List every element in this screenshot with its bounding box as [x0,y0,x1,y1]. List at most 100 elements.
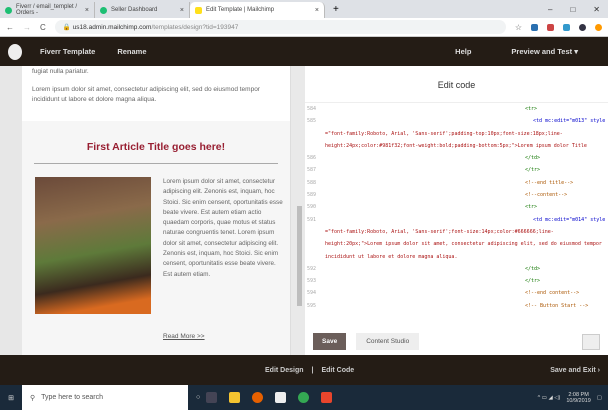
profile-avatar[interactable] [579,23,586,31]
code-line[interactable]: 595 <!-- Button Start --> [305,300,608,312]
article-image[interactable] [35,177,151,314]
code-text: <td mc:edit="m014" style [533,216,606,223]
address-bar-row: ← → C 🔒 us18.admin.mailchimp.com/templat… [0,18,608,37]
search-icon: ⚲ [30,394,36,402]
line-number [305,226,325,263]
back-icon[interactable]: ← [6,23,14,32]
template-name: Fiverr Template [40,47,96,56]
code-line[interactable]: 590 <tr> [305,201,608,213]
tab-seller-dashboard[interactable]: Seller Dashboard × [95,2,190,18]
url-input[interactable]: 🔒 us18.admin.mailchimp.com/templates/des… [54,20,506,34]
forward-icon[interactable]: → [23,23,31,32]
line-number [305,128,325,153]
code-line[interactable]: 586 </td> [305,152,608,164]
file-explorer-icon[interactable] [229,392,241,403]
extension-icon[interactable] [531,23,538,31]
edit-design-tab[interactable]: Edit Design [265,367,304,374]
article-title[interactable]: First Article Title goes here! [22,141,290,153]
code-line[interactable]: 592 </td> [305,263,608,275]
firefox-icon[interactable] [252,392,264,403]
new-tab-icon[interactable]: + [325,4,347,18]
code-text: ="font-family:Roboto, Arial, 'Sans-serif… [325,130,587,149]
code-text: ="font-family:Roboto, Arial, 'Sans-serif… [325,228,602,260]
line-number: 595 [307,302,317,309]
app-icon[interactable] [321,392,333,403]
code-text: </tr> [525,278,541,285]
read-more-link[interactable]: Read More >> [163,333,205,340]
close-window-icon[interactable]: ✕ [593,5,600,14]
help-link[interactable]: Help [455,47,471,56]
code-line[interactable]: 594 <!--end content--> [305,287,608,299]
clock[interactable]: 2:08 PM 10/9/2019 [566,392,590,404]
editor-footer: Edit Design | Edit Code Save and Exit › [0,355,608,385]
code-line[interactable]: 588 <!--end title--> [305,177,608,189]
windows-taskbar: ⊞ ⚲ Type here to search ○ ^ ▭ ◢ ◁) 2:08 P… [0,385,608,410]
start-icon[interactable]: ⊞ [0,394,22,402]
code-text: </td> [525,265,541,272]
scrollbar-thumb[interactable] [297,206,302,306]
line-number: 594 [307,290,317,297]
code-line[interactable]: 587 </tr> [305,164,608,176]
content-studio-button[interactable]: Content Studio [356,333,420,350]
tab-edit-template[interactable]: Edit Template | Mailchimp × [190,2,325,18]
line-number: 591 [307,216,317,223]
code-editor[interactable]: 584 <tr> 585 <td mc:edit="m013" style ="font… [305,102,608,324]
close-tab-icon[interactable]: × [315,7,319,14]
cortana-icon[interactable]: ○ [196,394,200,401]
code-text: <!--content--> [525,192,568,199]
tab-fiverr-orders[interactable]: Fiverr / email_templet / Orders - × [0,2,95,18]
rename-link[interactable]: Rename [117,47,146,56]
code-line[interactable]: 593 </tr> [305,275,608,287]
email-intro-text[interactable]: Lorem ipsum dolor sit amet, consectetur … [22,75,290,105]
line-number: 589 [307,192,317,199]
line-number: 590 [307,204,317,211]
system-tray-icons[interactable]: ^ ▭ ◢ ◁) [538,395,561,401]
code-line[interactable]: 585 <td mc:edit="m013" style [305,115,608,127]
save-and-exit-button[interactable]: Save and Exit › [550,367,600,374]
preview-and-test-menu[interactable]: Preview and Test ▾ [511,47,578,56]
line-number: 586 [307,155,317,162]
star-icon[interactable]: ☆ [515,23,522,32]
email-text: fugiat nulla pariatur. [32,68,89,75]
code-editor-panel: Edit code 584 <tr> 585 <td mc:edit="m013" s… [305,66,608,355]
extension-icon[interactable] [547,23,554,31]
code-line[interactable]: 591 <td mc:edit="m014" style [305,214,608,226]
task-view-icon[interactable] [206,392,218,403]
code-line[interactable]: 584 <tr> [305,103,608,115]
code-line[interactable]: ="font-family:Roboto, Arial, 'Sans-serif… [305,128,608,153]
minimize-icon[interactable]: – [548,5,552,14]
mailchimp-header: Fiverr Template Rename Help Preview and T… [0,37,608,66]
code-line[interactable]: ="font-family:Roboto, Arial, 'Sans-serif… [305,226,608,263]
taskbar-search[interactable]: ⚲ Type here to search [22,385,188,410]
extension-icon[interactable] [595,23,602,31]
article-body[interactable]: Lorem ipsum dolor sit amet, consectetur … [163,177,283,280]
line-number: 588 [307,179,317,186]
lock-icon: 🔒 [62,24,73,31]
fiverr-favicon-icon [100,6,107,14]
line-number: 584 [307,106,317,112]
edit-code-tab[interactable]: Edit Code [321,367,354,374]
extension-icon[interactable] [563,23,570,31]
code-text: <td mc:edit="m013" style [533,118,606,125]
close-tab-icon[interactable]: × [85,7,89,14]
maximize-icon[interactable]: □ [570,5,575,14]
code-text: <!--end content--> [525,290,580,297]
code-line[interactable]: 589 <!--content--> [305,189,608,201]
mailchimp-logo-icon[interactable] [8,43,22,60]
line-number: 585 [307,118,317,125]
line-number: 592 [307,265,317,272]
save-button[interactable]: Save [313,333,347,350]
line-number: 593 [307,278,317,285]
mail-icon[interactable] [275,392,287,403]
expand-icon[interactable] [582,333,600,350]
reload-icon[interactable]: C [40,23,46,32]
code-text: <!--end title--> [525,179,574,186]
fiverr-favicon-icon [5,6,12,14]
code-text: <tr> [525,204,538,211]
notifications-icon[interactable]: ▢ [597,395,602,401]
mailchimp-favicon-icon [195,6,202,14]
line-number: 587 [307,167,317,174]
close-tab-icon[interactable]: × [180,7,184,14]
chrome-icon[interactable] [298,392,310,403]
article-section[interactable]: First Article Title goes here! Lorem ips… [22,121,290,355]
